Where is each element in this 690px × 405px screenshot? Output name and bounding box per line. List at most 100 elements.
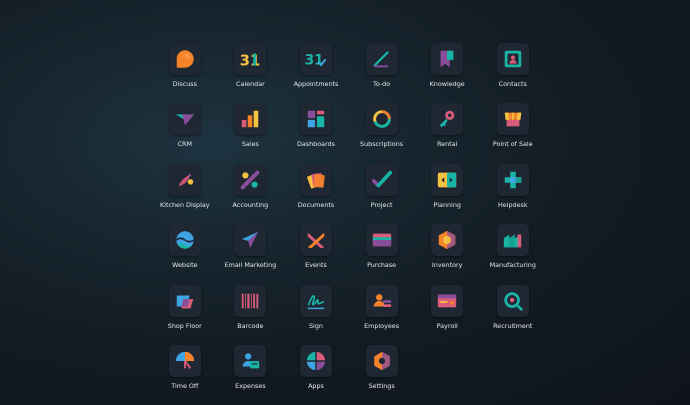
app-tile-kitchen-display[interactable]: Kitchen Display [152,161,218,221]
app-label: Kitchen Display [159,200,210,209]
discuss-icon [168,43,201,75]
calendar-day: 31 [240,52,260,69]
app-label: Planning [433,200,461,209]
app-label: Time Off [171,381,199,390]
settings-icon [365,344,398,377]
app-tile-knowledge[interactable]: Knowledge [414,40,480,100]
app-label: Employees [364,321,400,330]
app-label: To-do [373,80,391,88]
app-label: Project [370,200,393,209]
app-label: Recruitment [493,321,533,330]
app-label: Rental [437,140,458,149]
app-label: Calendar [236,80,265,88]
app-label: Appointments [293,80,339,88]
recruitment-icon [496,284,529,317]
app-tile-settings[interactable]: Settings [349,342,415,402]
employees-icon [365,284,398,317]
app-tile-discuss[interactable]: Discuss [152,40,218,100]
shop-floor-icon [168,284,201,317]
inventory-icon [431,224,464,257]
expenses-icon [234,344,267,377]
app-tile-website[interactable]: Website [152,221,218,281]
app-tile-sales[interactable]: Sales [218,100,284,160]
app-grid: Discuss 31 Calendar 31 Appointments To-d… [152,40,546,402]
app-label: Email Marketing [224,261,277,270]
app-label: Settings [368,381,395,390]
app-tile-rental[interactable]: Rental [414,100,480,160]
knowledge-icon [431,43,464,75]
app-tile-payroll[interactable]: Payroll [414,282,480,342]
subscriptions-icon [365,103,398,136]
rental-icon [431,103,464,136]
app-tile-purchase[interactable]: Purchase [349,221,415,281]
apps-icon [299,344,332,377]
app-label: Inventory [431,261,463,270]
appointments-icon: 31 [299,43,332,75]
app-tile-contacts[interactable]: Contacts [480,40,546,100]
app-label: Documents [297,200,335,209]
app-tile-employees[interactable]: Employees [349,282,415,342]
app-tile-planning[interactable]: Planning [414,161,480,221]
app-tile-calendar[interactable]: 31 Calendar [218,40,284,100]
accounting-icon [234,163,267,196]
email-marketing-icon [234,224,267,257]
app-tile-sign[interactable]: Sign [283,282,349,342]
website-icon [168,224,201,257]
app-tile-documents[interactable]: Documents [283,161,349,221]
point-of-sale-icon [496,103,529,136]
app-tile-subscriptions[interactable]: Subscriptions [349,100,415,160]
app-label: Apps [308,381,324,390]
app-tile-expenses[interactable]: Expenses [218,342,284,402]
app-label: Knowledge [429,80,465,88]
app-label: Accounting [232,200,269,209]
app-tile-manufacturing[interactable]: Manufacturing [480,221,546,281]
app-tile-time-off[interactable]: Time Off [152,342,218,402]
app-tile-email-marketing[interactable]: Email Marketing [218,221,284,281]
app-label: Shop Floor [167,321,202,330]
app-label: Point of Sale [492,140,533,149]
app-label: Helpdesk [497,200,528,209]
app-label: Payroll [436,321,458,330]
app-label: Purchase [367,261,397,270]
app-label: Sales [241,140,259,149]
sign-icon [299,284,332,317]
app-tile-inventory[interactable]: Inventory [414,221,480,281]
todo-icon [365,43,398,75]
app-label: Subscriptions [360,140,404,149]
contacts-icon [496,43,529,75]
app-tile-helpdesk[interactable]: Helpdesk [480,161,546,221]
barcode-icon [234,284,267,317]
app-label: Expenses [235,381,266,390]
app-tile-apps[interactable]: Apps [283,342,349,402]
app-tile-todo[interactable]: To-do [349,40,415,100]
purchase-icon [365,224,398,257]
planning-icon [431,163,464,196]
app-label: CRM [177,140,192,149]
app-tile-project[interactable]: Project [349,161,415,221]
dashboards-icon [299,103,332,136]
app-tile-recruitment[interactable]: Recruitment [480,282,546,342]
app-tile-appointments[interactable]: 31 Appointments [283,40,349,100]
app-tile-dashboards[interactable]: Dashboards [283,100,349,160]
app-label: Events [305,261,327,270]
time-off-icon [168,344,201,377]
crm-icon [168,103,201,136]
manufacturing-icon [496,224,529,257]
app-label: Manufacturing [489,261,536,270]
app-tile-events[interactable]: Events [283,221,349,281]
app-tile-barcode[interactable]: Barcode [218,282,284,342]
app-label: Barcode [237,321,264,330]
calendar-icon: 31 [234,43,267,75]
app-tile-shop-floor[interactable]: Shop Floor [152,282,218,342]
kitchen-display-icon [168,163,201,196]
app-label: Contacts [498,80,527,88]
events-icon [299,224,332,257]
app-label: Discuss [172,80,197,88]
payroll-icon [431,284,464,317]
app-tile-crm[interactable]: CRM [152,100,218,160]
app-tile-accounting[interactable]: Accounting [218,161,284,221]
project-icon [365,163,398,196]
sales-icon [234,103,267,136]
app-label: Dashboards [296,140,335,149]
app-tile-point-of-sale[interactable]: Point of Sale [480,100,546,160]
